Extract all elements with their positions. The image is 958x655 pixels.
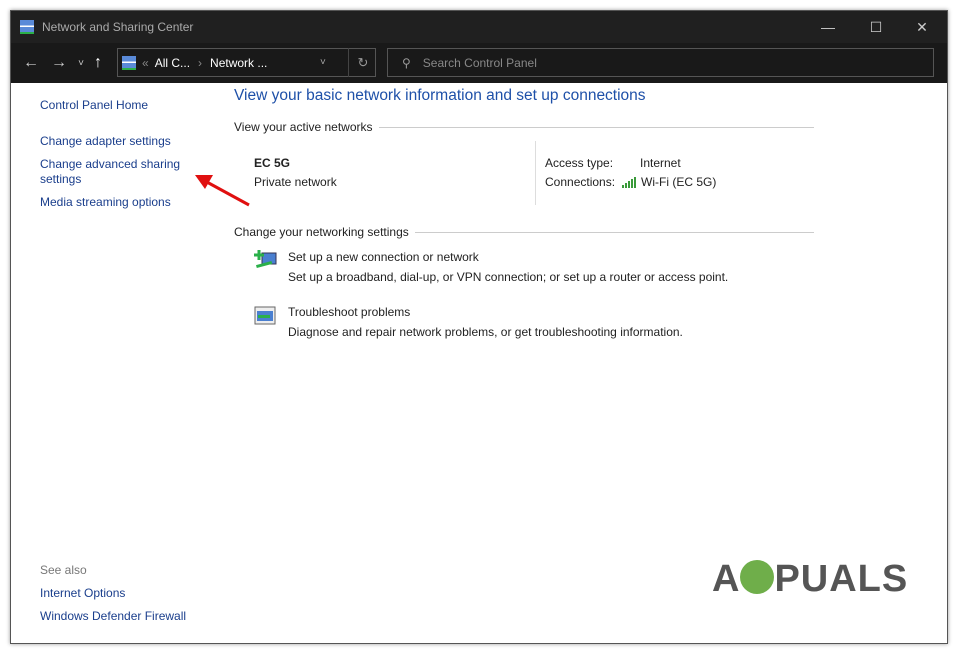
section-label: Change your networking settings (234, 225, 409, 239)
section-label: View your active networks (234, 120, 373, 134)
active-networks-header: View your active networks (234, 120, 814, 134)
new-connection-icon (254, 250, 277, 269)
setup-connection-description: Set up a broadband, dial-up, or VPN conn… (288, 270, 729, 284)
page-title: View your basic network information and … (234, 87, 646, 104)
breadcrumb-overflow[interactable]: « (142, 56, 149, 70)
breadcrumb-all-control-panel[interactable]: All C... (155, 56, 190, 70)
network-icon (20, 20, 34, 34)
search-input[interactable]: ⚲ Search Control Panel (387, 48, 934, 77)
network-type-link[interactable]: Private network (254, 175, 337, 189)
search-icon: ⚲ (402, 55, 411, 70)
recent-dropdown[interactable]: ˅ (73, 58, 89, 69)
maximize-button[interactable]: ☐ (853, 11, 899, 43)
watermark-logo: A PUALS (712, 558, 909, 600)
access-type-label: Access type: (545, 156, 614, 170)
forward-button[interactable]: → (45, 54, 73, 72)
see-also-label: See also (40, 563, 87, 577)
minimize-button[interactable]: — (805, 11, 851, 43)
change-settings-header: Change your networking settings (234, 225, 814, 239)
chevron-down-icon[interactable]: ˅ (320, 57, 326, 68)
troubleshoot-icon (254, 306, 276, 325)
refresh-button[interactable]: ↻ (348, 48, 377, 77)
troubleshoot-description: Diagnose and repair network problems, or… (288, 325, 683, 339)
title-bar: Network and Sharing Center — ☐ ✕ (11, 11, 947, 43)
wifi-signal-icon (622, 177, 636, 188)
breadcrumb-network[interactable]: Network ... (210, 56, 267, 70)
sidebar-item-media-streaming[interactable]: Media streaming options (40, 195, 171, 209)
network-name: EC 5G (254, 156, 291, 170)
access-type-value: Internet (640, 156, 681, 170)
network-icon (122, 55, 136, 70)
address-bar[interactable]: « All C... › Network ... ˅ (117, 48, 376, 77)
internet-options-link[interactable]: Internet Options (40, 586, 125, 600)
divider (535, 141, 536, 205)
setup-connection-link[interactable]: Set up a new connection or network (288, 250, 479, 264)
sidebar-home[interactable]: Control Panel Home (40, 98, 148, 112)
sidebar-item-advanced-sharing[interactable]: Change advanced sharing settings (40, 157, 190, 187)
window-title: Network and Sharing Center (42, 20, 194, 34)
red-arrow-annotation (195, 175, 250, 207)
sidebar-item-adapter[interactable]: Change adapter settings (40, 134, 171, 148)
up-button[interactable]: ↑ (89, 54, 107, 72)
search-placeholder: Search Control Panel (422, 55, 537, 70)
close-button[interactable]: ✕ (899, 11, 945, 43)
wifi-connection-link[interactable]: Wi-Fi (EC 5G) (641, 175, 716, 189)
connections-label: Connections: (545, 175, 616, 189)
window: Network and Sharing Center — ☐ ✕ ← → ˅ ↑… (10, 10, 948, 644)
breadcrumb-separator: › (198, 55, 203, 70)
back-button[interactable]: ← (17, 54, 45, 72)
navigation-bar: ← → ˅ ↑ « All C... › Network ... ˅ ↻ ⚲ S… (11, 43, 947, 83)
firewall-link[interactable]: Windows Defender Firewall (40, 609, 186, 623)
troubleshoot-link[interactable]: Troubleshoot problems (288, 305, 410, 319)
